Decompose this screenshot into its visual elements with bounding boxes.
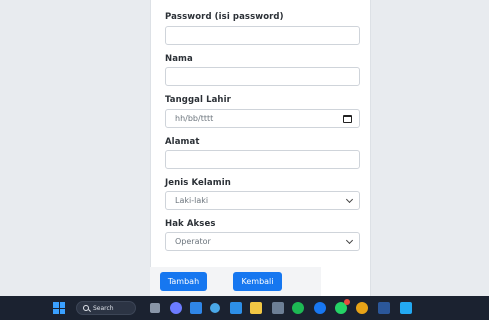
chevron-down-icon [345,236,354,244]
chat-icon[interactable] [170,302,182,314]
hak-akses-label: Hak Akses [165,219,216,229]
task-view-icon[interactable] [150,303,160,313]
whatsapp-icon[interactable] [335,299,350,314]
jenis-kelamin-label: Jenis Kelamin [165,178,231,188]
settings-icon[interactable] [210,303,220,313]
store-icon[interactable] [190,302,202,314]
folder-icon[interactable] [250,302,262,314]
taskbar: Search [0,296,489,320]
nama-label: Nama [165,54,193,64]
tanggal-lahir-placeholder: hh/bb/tttt [175,114,214,123]
jenis-kelamin-value: Laki-laki [175,196,209,205]
taskbar-search[interactable]: Search [76,301,136,315]
spotify-icon[interactable] [292,302,304,314]
hak-akses-select[interactable]: Operator [165,232,360,251]
facebook-icon[interactable] [314,302,326,314]
calendar-icon[interactable] [343,114,352,123]
password-label: Password (isi password) [165,12,284,22]
vscode-icon[interactable] [400,302,412,314]
tanggal-lahir-label: Tanggal Lahir [165,95,231,105]
nama-input[interactable] [165,67,360,86]
calculator-icon[interactable] [272,302,284,314]
file-explorer-icon[interactable] [230,302,242,314]
taskbar-search-label: Search [93,304,114,312]
alamat-input[interactable] [165,150,360,169]
tanggal-lahir-input[interactable]: hh/bb/tttt [165,109,360,128]
windows-start-icon[interactable] [53,302,65,314]
kembali-button[interactable]: Kembali [233,272,282,291]
search-icon [83,305,89,311]
hak-akses-value: Operator [175,237,211,246]
alamat-label: Alamat [165,137,200,147]
password-input[interactable] [165,26,360,45]
whatsapp-badge [344,299,350,305]
user-form-card: Password (isi password) Nama Tanggal Lah… [150,0,371,296]
tambah-button[interactable]: Tambah [160,272,207,291]
jenis-kelamin-select[interactable]: Laki-laki [165,191,360,210]
chevron-down-icon [345,195,354,203]
word-icon[interactable] [378,302,390,314]
chrome-icon[interactable] [356,302,368,314]
